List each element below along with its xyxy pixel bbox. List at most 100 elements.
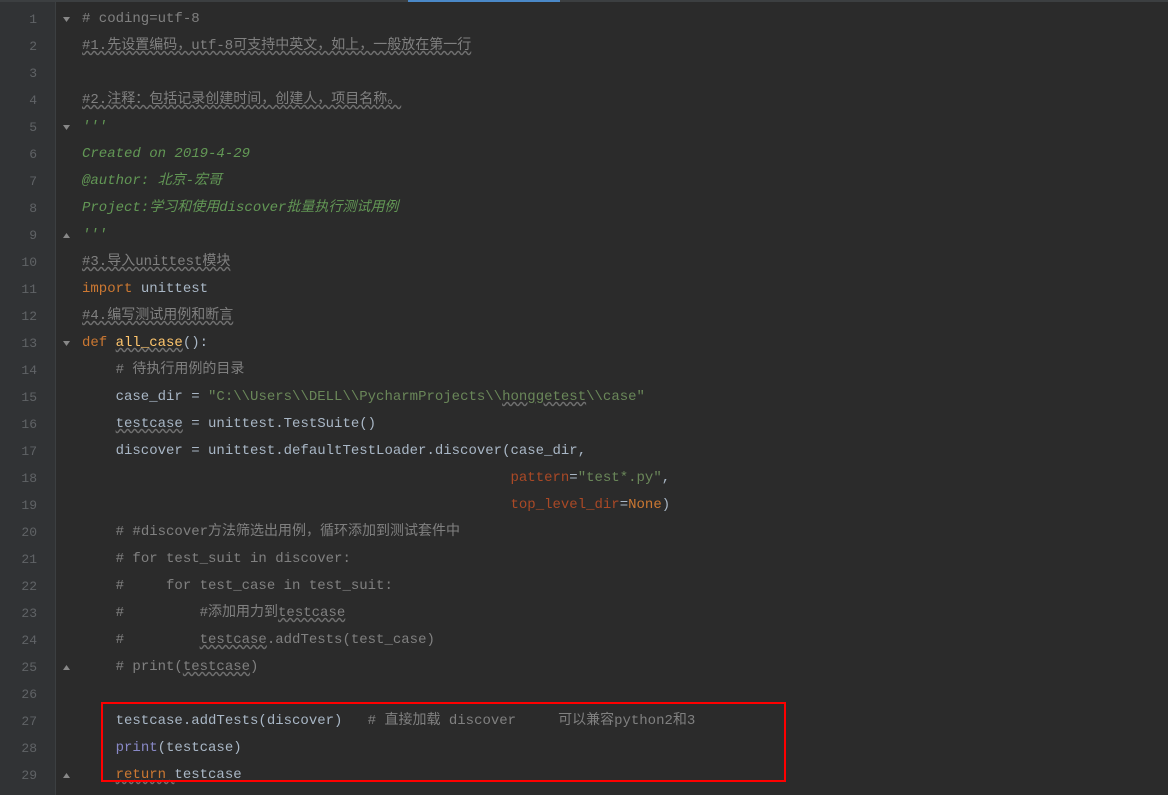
code-line[interactable]: #1.先设置编码，utf-8可支持中英文，如上，一般放在第一行 <box>76 33 1168 60</box>
code-token: import <box>82 281 141 297</box>
code-token: testcase <box>174 767 241 783</box>
code-token: , <box>578 443 586 459</box>
code-editor[interactable]: 1234567891011121314151617181920212223242… <box>0 2 1168 795</box>
code-line[interactable]: discover = unittest.defaultTestLoader.di… <box>76 438 1168 465</box>
code-line[interactable]: # for test_suit in discover: <box>76 546 1168 573</box>
code-token: # 直接加载 discover 可以兼容python2和3 <box>368 713 696 729</box>
code-token: testcase <box>278 605 345 621</box>
fold-marker <box>56 546 76 573</box>
code-line[interactable]: # print(testcase) <box>76 654 1168 681</box>
code-line[interactable]: top_level_dir=None) <box>76 492 1168 519</box>
code-line[interactable]: # #添加用力到testcase <box>76 600 1168 627</box>
code-line[interactable]: ''' <box>76 114 1168 141</box>
code-token <box>82 416 116 432</box>
code-token: all_case <box>116 335 183 351</box>
code-token: ) <box>250 659 258 675</box>
code-token <box>82 605 116 621</box>
code-token: ) <box>662 497 670 513</box>
code-token: # print( <box>116 659 183 675</box>
code-token: top_level_dir <box>510 497 619 513</box>
code-line[interactable]: # coding=utf-8 <box>76 6 1168 33</box>
code-line[interactable]: def all_case(): <box>76 330 1168 357</box>
fold-marker <box>56 87 76 114</box>
code-line[interactable] <box>76 60 1168 87</box>
code-line[interactable]: # 待执行用例的目录 <box>76 357 1168 384</box>
fold-marker <box>56 60 76 87</box>
fold-marker <box>56 141 76 168</box>
fold-collapse-icon[interactable] <box>56 222 76 249</box>
line-number: 16 <box>0 411 55 438</box>
line-number: 7 <box>0 168 55 195</box>
code-token: testcase <box>200 632 267 648</box>
code-token <box>82 524 116 540</box>
code-token <box>82 497 510 513</box>
code-line[interactable]: Project:学习和使用discover批量执行测试用例 <box>76 195 1168 222</box>
fold-marker <box>56 303 76 330</box>
code-line[interactable]: Created on 2019-4-29 <box>76 141 1168 168</box>
code-line[interactable]: # testcase.addTests(test_case) <box>76 627 1168 654</box>
code-line[interactable]: testcase.addTests(discover) # 直接加载 disco… <box>76 708 1168 735</box>
code-token: #3.导入unittest模块 <box>82 254 230 270</box>
code-line[interactable] <box>76 681 1168 708</box>
code-line[interactable]: # for test_case in test_suit: <box>76 573 1168 600</box>
code-token: ''' <box>82 227 107 243</box>
fold-marker <box>56 465 76 492</box>
code-token: # <box>116 632 200 648</box>
fold-expand-icon[interactable] <box>56 330 76 357</box>
fold-expand-icon[interactable] <box>56 6 76 33</box>
code-token: .addTests(test_case) <box>267 632 435 648</box>
code-token: # 待执行用例的目录 <box>116 362 245 378</box>
code-line[interactable]: ''' <box>76 222 1168 249</box>
code-token: unittest <box>141 281 208 297</box>
code-line[interactable]: @author: 北京-宏哥 <box>76 168 1168 195</box>
fold-expand-icon[interactable] <box>56 114 76 141</box>
line-number: 15 <box>0 384 55 411</box>
code-line[interactable]: testcase = unittest.TestSuite() <box>76 411 1168 438</box>
code-line[interactable]: pattern="test*.py", <box>76 465 1168 492</box>
code-line[interactable]: import unittest <box>76 276 1168 303</box>
code-token: @author: 北京-宏哥 <box>82 173 222 189</box>
line-number: 2 <box>0 33 55 60</box>
fold-marker <box>56 627 76 654</box>
code-token <box>82 551 116 567</box>
code-token: testcase <box>183 659 250 675</box>
fold-marker <box>56 681 76 708</box>
line-number: 29 <box>0 762 55 789</box>
code-line[interactable]: case_dir = "C:\\Users\\DELL\\PycharmProj… <box>76 384 1168 411</box>
code-token: # #添加用力到 <box>116 605 278 621</box>
code-line[interactable]: #3.导入unittest模块 <box>76 249 1168 276</box>
fold-marker <box>56 519 76 546</box>
code-token: , <box>662 470 670 486</box>
code-token: def <box>82 335 116 351</box>
code-token: \\case" <box>586 389 645 405</box>
code-token: Created on 2019-4-29 <box>82 146 250 162</box>
fold-marker <box>56 249 76 276</box>
fold-collapse-icon[interactable] <box>56 654 76 681</box>
code-content-area[interactable]: # coding=utf-8 #1.先设置编码，utf-8可支持中英文，如上，一般… <box>76 2 1168 795</box>
fold-column <box>56 2 76 795</box>
code-line[interactable]: #4.编写测试用例和断言 <box>76 303 1168 330</box>
code-token: #4.编写测试用例和断言 <box>82 308 233 324</box>
line-number: 28 <box>0 735 55 762</box>
line-number: 17 <box>0 438 55 465</box>
fold-marker <box>56 438 76 465</box>
fold-marker <box>56 384 76 411</box>
code-token: #2.注释：包括记录创建时间，创建人，项目名称。 <box>82 92 401 108</box>
code-token: = <box>569 470 577 486</box>
code-line[interactable]: print(testcase) <box>76 735 1168 762</box>
code-token: "C:\\Users\\DELL\\PycharmProjects\\ <box>208 389 502 405</box>
code-token: #1.先设置编码，utf-8可支持中英文，如上，一般放在第一行 <box>82 38 471 54</box>
code-line[interactable]: #2.注释：包括记录创建时间，创建人，项目名称。 <box>76 87 1168 114</box>
code-line[interactable]: return testcase <box>76 762 1168 789</box>
fold-collapse-icon[interactable] <box>56 762 76 789</box>
code-token: (): <box>183 335 208 351</box>
line-number-gutter: 1234567891011121314151617181920212223242… <box>0 2 56 795</box>
code-line[interactable]: # #discover方法筛选出用例，循环添加到测试套件中 <box>76 519 1168 546</box>
code-token <box>82 740 116 756</box>
line-number: 10 <box>0 249 55 276</box>
fold-marker <box>56 600 76 627</box>
line-number: 22 <box>0 573 55 600</box>
line-number: 4 <box>0 87 55 114</box>
code-token: # for test_suit in discover: <box>116 551 351 567</box>
line-number: 19 <box>0 492 55 519</box>
